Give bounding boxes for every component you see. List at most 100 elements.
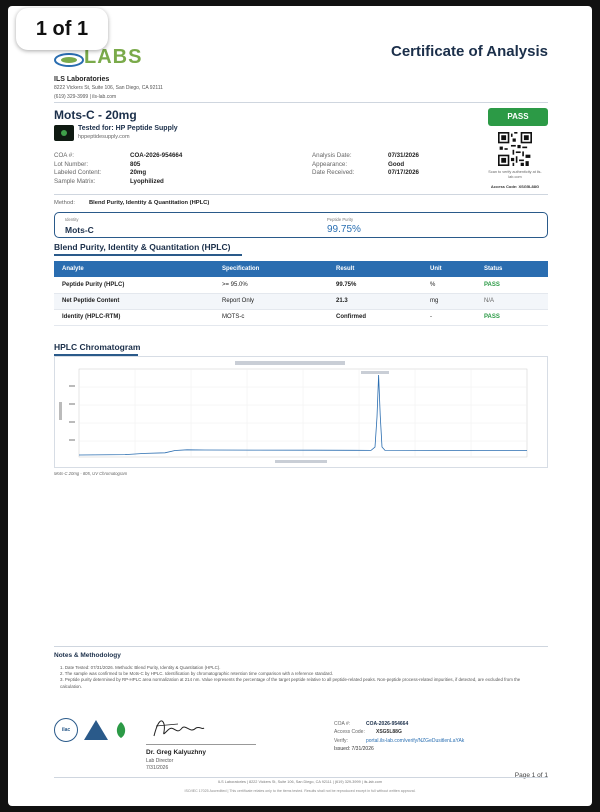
results-table: Analyte Specification Result Unit Status… <box>54 261 548 326</box>
table-row: Peptide Purity (HPLC) >= 95.0% 99.75% % … <box>54 277 548 294</box>
signature-line <box>146 744 256 745</box>
client-url: hppeptidesupply.com <box>78 134 130 140</box>
qr-code-icon[interactable] <box>498 132 532 166</box>
lab-logo-icon <box>54 52 84 67</box>
accreditation-triangle-icon <box>84 720 108 740</box>
meta-label: COA #: <box>54 152 74 159</box>
purity-value: 99.75% <box>327 224 361 235</box>
meta-label: Lot Number: <box>54 160 89 168</box>
meta-label: Sample Matrix: <box>54 177 96 185</box>
method-label: Method: <box>54 200 75 206</box>
meta-value: 20mg <box>130 169 147 177</box>
method-line: Method: Blend Purity, Identity & Quantita… <box>54 200 209 206</box>
cell-status: PASS <box>476 277 548 294</box>
verify-value: COA-2026-954664 <box>366 721 409 727</box>
meta-right: Analysis Date: 07/31/2026 Appearance: Good… <box>312 152 419 178</box>
chromatogram-image <box>54 356 548 468</box>
accreditation-logos: ilac <box>54 718 128 742</box>
results-section-title: Blend Purity, Identity & Quantitation (H… <box>54 242 231 252</box>
meta-label: Appearance: <box>312 160 348 168</box>
chromatogram-caption: Mots-C 20mg - 805, UV Chromatogram <box>54 471 128 476</box>
meta-row: Sample Matrix: Lyophilized <box>54 178 182 187</box>
meta-value: 07/17/2026 <box>388 169 419 177</box>
tested-for: Tested for: HP Peptide Supply <box>78 125 178 132</box>
note-item: 3. Peptide purity determined by RP-HPLC … <box>60 677 521 689</box>
signer-date: 7/31/2026 <box>146 764 169 771</box>
lab-contact: (619) 329-3999 | ils-lab.com <box>54 94 117 100</box>
leaf-icon <box>116 722 126 738</box>
column-header: Result <box>328 261 422 277</box>
column-header: Analyte <box>54 261 214 277</box>
meta-value: 07/31/2026 <box>388 152 419 159</box>
access-code: Access Code: XSG5L88G <box>490 184 540 189</box>
cell-status: N/A <box>476 293 548 310</box>
notes-list: 1. Date Tested: 07/31/2026. Methods: Ble… <box>60 665 540 690</box>
certificate-page: LABS Certificate of Analysis ILS Laborat… <box>8 6 592 806</box>
meta-value: Good <box>388 160 405 168</box>
meta-left: COA #: COA-2026-954664 Lot Number: 805 Lab… <box>54 152 182 186</box>
cell-analyte: Net Peptide Content <box>54 293 214 310</box>
verify-label: COA #: <box>334 721 351 727</box>
cell-specification: Report Only <box>214 293 328 310</box>
verify-label: Access Code: <box>334 729 365 736</box>
meta-value: 805 <box>130 160 141 168</box>
signer-name: Dr. Greg Kalyuzhny <box>146 749 206 756</box>
header-divider <box>54 102 548 103</box>
document-title: Certificate of Analysis <box>391 43 548 60</box>
signer-title: Lab Director <box>146 758 174 764</box>
verify-label: Verify: <box>334 737 348 744</box>
chromatogram-section-title: HPLC Chromatogram <box>54 342 141 352</box>
meta-label: Analysis Date: <box>312 152 352 159</box>
meta-row: Labeled Content: 20mg <box>54 169 182 178</box>
lab-info: ILS Laboratories 8222 Vickers St, Suite … <box>54 76 163 101</box>
meta-row: Analysis Date: 07/31/2026 <box>312 152 419 161</box>
verification-block: COA #: COA-2026-954664 Access Code: XSG5L8… <box>334 720 464 754</box>
identity-value: Mots-C <box>65 225 94 235</box>
meta-row: Lot Number: 805 <box>54 161 182 170</box>
meta-label: Date Received: <box>312 169 355 177</box>
lab-name: ILS Laboratories <box>54 76 110 83</box>
cell-specification: >= 95.0% <box>214 277 328 294</box>
cell-unit: - <box>422 309 476 326</box>
column-header: Specification <box>214 261 328 277</box>
signature-icon <box>153 720 205 737</box>
signer-details: Lab Director 7/31/2026 <box>146 758 173 771</box>
table-header-row: Analyte Specification Result Unit Status <box>54 261 548 277</box>
client-logo-icon <box>54 125 74 141</box>
cell-status: PASS <box>476 309 548 326</box>
cell-result: 99.75% <box>328 277 422 294</box>
meta-row: Appearance: Good <box>312 161 419 170</box>
notes-title: Notes & Methodology <box>54 652 121 659</box>
footer-divider <box>54 777 548 778</box>
meta-label: Labeled Content: <box>54 169 102 177</box>
ilac-mra-icon: ilac <box>54 718 78 742</box>
purity-label: Peptide Purity <box>327 217 354 222</box>
pass-badge: PASS <box>488 108 548 126</box>
lab-address: 8222 Vickers St, Suite 106, San Diego, C… <box>54 85 163 91</box>
verify-row: Verify: portal.ils-lab.com/verify/NZGeDus… <box>334 737 464 745</box>
qr-caption: Scan to verify authenticity at ils-lab.c… <box>488 170 542 179</box>
chromatogram-plot <box>59 361 528 463</box>
table-row: Net Peptide Content Report Only 21.3 mg … <box>54 293 548 310</box>
meta-divider <box>54 194 548 195</box>
notes-divider <box>54 646 548 647</box>
meta-row: Date Received: 07/17/2026 <box>312 169 419 178</box>
summary-box: Identity Mots-C Peptide Purity 99.75% <box>54 212 548 238</box>
cell-analyte: Identity (HPLC-RTM) <box>54 309 214 326</box>
cell-result: Confirmed <box>328 309 422 326</box>
product-name: Mots-C - 20mg <box>54 108 137 122</box>
verify-row: Issued: 7/31/2026 <box>334 745 464 753</box>
section-underline <box>54 254 242 256</box>
table-row: Identity (HPLC-RTM) MOTS-c Confirmed - P… <box>54 309 548 326</box>
verify-row: COA #: COA-2026-954664 <box>334 720 464 728</box>
column-header: Unit <box>422 261 476 277</box>
cell-result: 21.3 <box>328 293 422 310</box>
verify-link[interactable]: portal.ils-lab.com/verify/NZGeDusitlenLa… <box>366 738 464 744</box>
page-indicator-badge: 1 of 1 <box>16 8 108 50</box>
footer-disclaimer: ISO/IEC 17025 Accredited | This certific… <box>184 789 416 793</box>
cell-unit: % <box>422 277 476 294</box>
meta-value: Lyophilized <box>130 177 164 185</box>
column-header: Status <box>476 261 548 277</box>
cell-unit: mg <box>422 293 476 310</box>
cell-specification: MOTS-c <box>214 309 328 326</box>
